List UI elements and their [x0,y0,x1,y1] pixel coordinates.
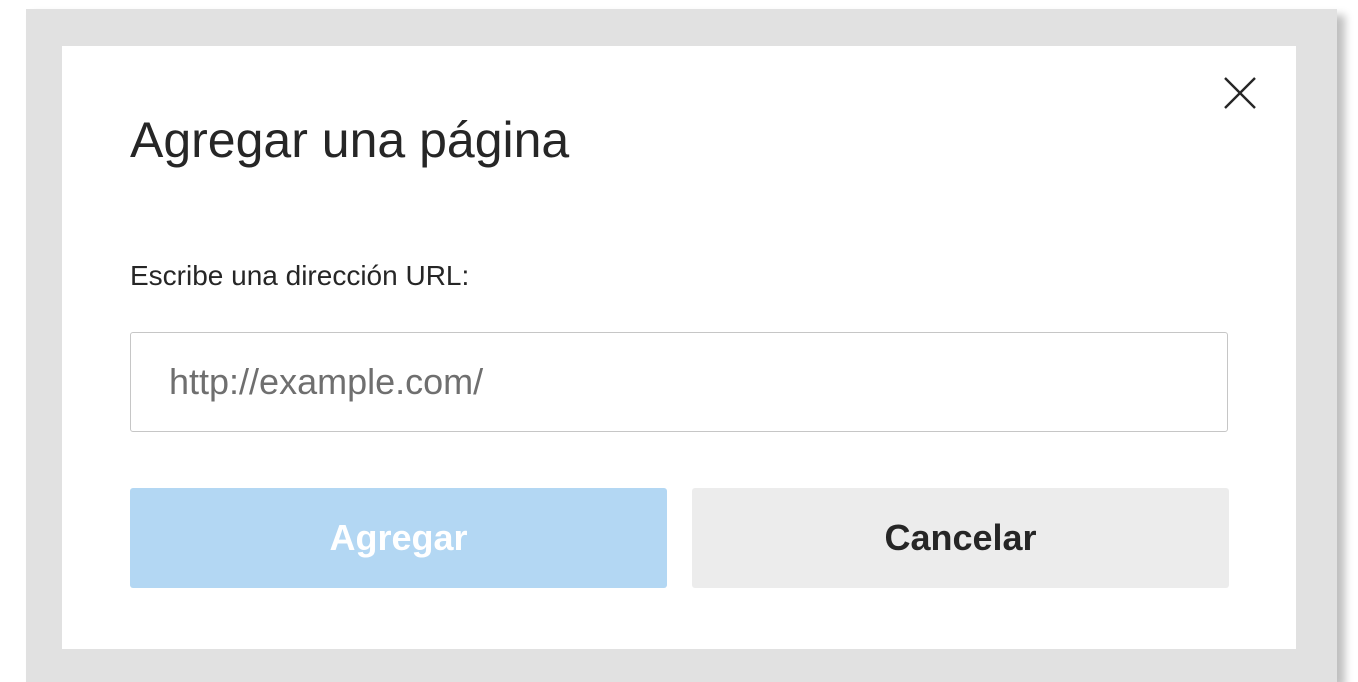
close-icon [1224,77,1256,109]
backdrop: Agregar una página Escribe una dirección… [0,0,1358,682]
url-label: Escribe una dirección URL: [130,260,470,291]
dialog-title: Agregar una página [130,112,570,168]
add-page-dialog: Agregar una página Escribe una dirección… [62,46,1296,649]
add-button-label: Agregar [329,517,468,558]
add-button[interactable]: Agregar [130,488,667,588]
close-button[interactable] [1215,68,1265,118]
cancel-button-label: Cancelar [884,517,1037,558]
url-input[interactable] [130,332,1228,432]
cancel-button[interactable]: Cancelar [692,488,1229,588]
